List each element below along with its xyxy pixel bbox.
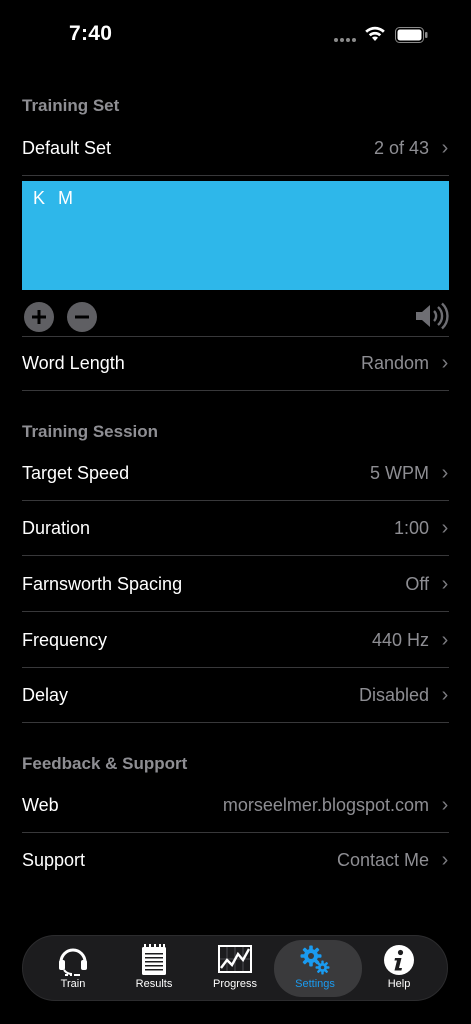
row-label: Target Speed bbox=[22, 462, 130, 483]
frequency-row[interactable]: Frequency 440 Hz › bbox=[22, 613, 449, 668]
target-speed-row[interactable]: Target Speed 5 WPM › bbox=[22, 446, 449, 501]
word-length-label: Word Length bbox=[22, 353, 125, 373]
chevron-right-icon: › bbox=[441, 352, 449, 374]
chevron-right-icon: › bbox=[441, 461, 449, 484]
chevron-right-icon: › bbox=[441, 793, 449, 816]
battery-icon bbox=[395, 27, 428, 43]
tab-train[interactable]: Train bbox=[31, 936, 115, 1000]
default-set-row[interactable]: Default Set 2 of 43 › bbox=[22, 121, 449, 176]
tab-help[interactable]: Help bbox=[357, 936, 441, 1000]
section-header-training-set: Training Set bbox=[22, 96, 120, 115]
row-value: Off bbox=[405, 573, 429, 594]
wifi-icon bbox=[365, 26, 385, 41]
row-value: 1:00 bbox=[393, 517, 429, 538]
gear-icon bbox=[300, 945, 330, 975]
speaker-icon[interactable] bbox=[414, 302, 450, 330]
status-time: 7:40 bbox=[69, 22, 113, 45]
word-length-value: Random bbox=[360, 353, 429, 373]
tab-label: Results bbox=[135, 978, 173, 990]
row-value: morseelmer.blogspot.com bbox=[222, 794, 429, 815]
row-label: Farnsworth Spacing bbox=[22, 573, 183, 594]
row-value: 5 WPM bbox=[369, 462, 429, 483]
row-label: Web bbox=[22, 794, 59, 815]
row-label: Frequency bbox=[22, 629, 108, 650]
tab-label: Train bbox=[60, 978, 86, 990]
chevron-right-icon: › bbox=[441, 572, 449, 595]
chevron-right-icon: › bbox=[441, 683, 449, 706]
row-label: Delay bbox=[22, 684, 69, 705]
signal-dots-icon bbox=[334, 38, 356, 42]
row-label: Duration bbox=[22, 517, 91, 538]
default-set-value: 2 of 43 bbox=[373, 137, 429, 158]
add-character-button[interactable] bbox=[24, 302, 54, 332]
default-set-label: Default Set bbox=[22, 137, 112, 158]
chevron-right-icon: › bbox=[441, 136, 449, 159]
section-header-training-session: Training Session bbox=[22, 422, 159, 441]
chevron-right-icon: › bbox=[441, 849, 449, 871]
tab-progress[interactable]: Progress bbox=[193, 936, 277, 1000]
notepad-icon bbox=[142, 944, 166, 975]
delay-row[interactable]: Delay Disabled › bbox=[22, 668, 449, 723]
row-value: 440 Hz bbox=[371, 629, 429, 650]
remove-character-button[interactable] bbox=[67, 302, 97, 332]
duration-row[interactable]: Duration 1:00 › bbox=[22, 501, 449, 556]
web-row[interactable]: Web morseelmer.blogspot.com › bbox=[22, 778, 449, 833]
row-label: Support bbox=[22, 850, 86, 870]
tab-results[interactable]: Results bbox=[112, 936, 196, 1000]
tab-settings[interactable]: Settings bbox=[273, 936, 362, 1000]
farnsworth-spacing-row[interactable]: Farnsworth Spacing Off › bbox=[22, 557, 449, 612]
chevron-right-icon: › bbox=[441, 516, 449, 539]
row-value: Disabled bbox=[358, 684, 429, 705]
info-icon bbox=[384, 945, 414, 975]
plus-icon bbox=[32, 310, 46, 324]
status-bar: 7:40 bbox=[0, 0, 471, 70]
character-set-text: K M bbox=[33, 188, 75, 208]
tab-label: Progress bbox=[212, 978, 258, 990]
tab-bar: Train Results Progress Settings Help bbox=[22, 935, 448, 1001]
chevron-right-icon: › bbox=[441, 628, 449, 651]
headset-icon bbox=[59, 948, 87, 976]
tab-label: Settings bbox=[295, 978, 335, 990]
character-set-box[interactable]: K M bbox=[22, 181, 449, 290]
word-length-row[interactable]: Word Length Random › bbox=[22, 336, 449, 391]
minus-icon bbox=[75, 315, 89, 319]
chart-icon bbox=[218, 945, 252, 973]
support-row[interactable]: Support Contact Me › bbox=[22, 833, 449, 888]
row-value: Contact Me bbox=[336, 850, 429, 870]
tab-label: Help bbox=[387, 978, 411, 990]
section-header-feedback-support: Feedback & Support bbox=[22, 754, 188, 773]
